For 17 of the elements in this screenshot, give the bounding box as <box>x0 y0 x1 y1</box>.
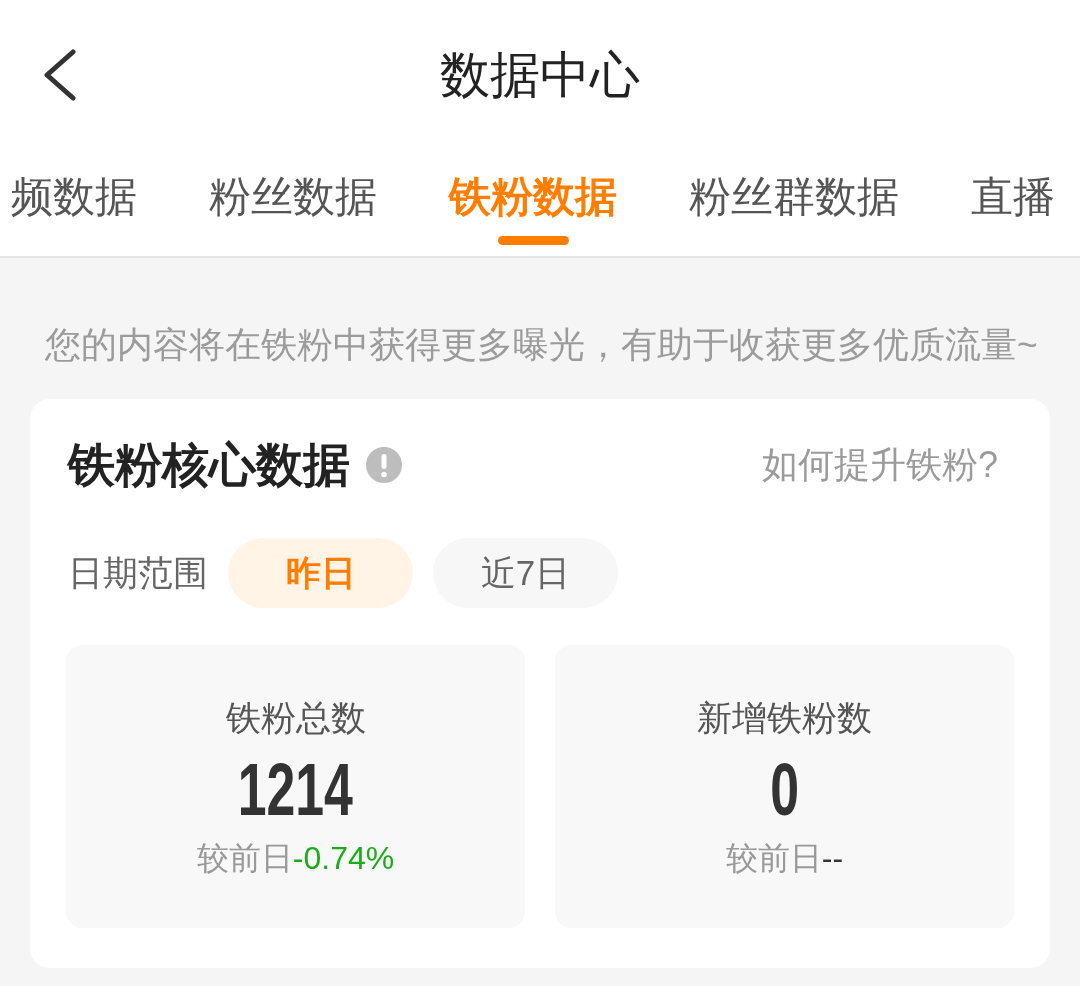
tab[interactable]: 频数据 <box>11 172 137 222</box>
change-value: -0.74% <box>292 839 395 878</box>
tab[interactable]: 粉丝群数据 <box>689 172 899 222</box>
compare-label: 较前日 <box>725 839 822 878</box>
stat-value: 1214 <box>237 750 354 830</box>
change-value: -- <box>821 839 844 878</box>
page-title: 数据中心 <box>440 46 640 105</box>
tab[interactable]: 直播 <box>971 172 1055 222</box>
stat-label: 新增铁粉数 <box>697 697 872 739</box>
date-range-label: 日期范围 <box>68 552 208 594</box>
stat-label: 铁粉总数 <box>225 697 366 739</box>
stat-value: 0 <box>770 750 799 830</box>
date-option[interactable]: 近7日 <box>433 538 618 608</box>
card-title: 铁粉核心数据 <box>68 437 350 493</box>
hint-text: 您的内容将在铁粉中获得更多曝光，有助于收获更多优质流量~ <box>45 324 1039 367</box>
tab[interactable]: 粉丝数据 <box>209 172 377 222</box>
compare-label: 较前日 <box>196 839 293 878</box>
